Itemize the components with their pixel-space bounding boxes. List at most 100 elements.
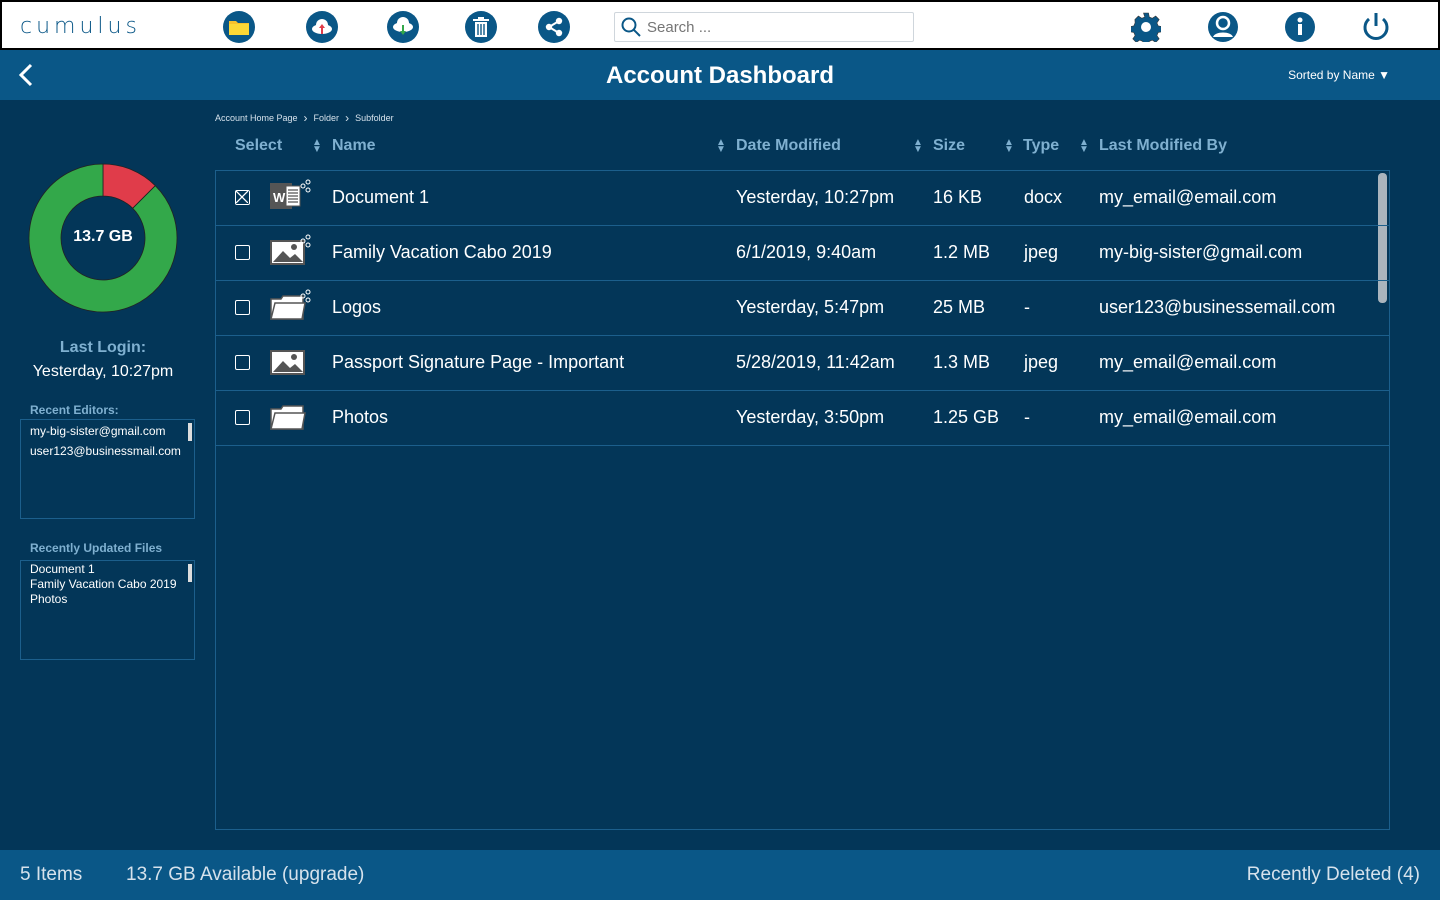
file-date-modified: 6/1/2019, 9:40am [736, 242, 877, 262]
file-size: 1.2 MB [933, 242, 991, 262]
chevron-right-icon: › [345, 111, 350, 125]
file-last-modified-by: user123@businessemail.com [1099, 297, 1336, 317]
list-item[interactable]: Family Vacation Cabo 2019 [30, 577, 185, 592]
svg-text:W: W [273, 190, 286, 205]
top-toolbar: cumulus [0, 0, 1440, 50]
sort-dropdown[interactable]: Sorted by Name ▼ [1288, 68, 1390, 82]
recent-editors-label: Recent Editors: [30, 403, 119, 417]
table-row[interactable]: Passport Signature Page - Important 5/28… [216, 336, 1389, 391]
row-checkbox[interactable] [235, 410, 250, 425]
table-row[interactable]: Photos Yesterday, 3:50pm 1.25 GB - my_em… [216, 391, 1389, 446]
file-name[interactable]: Photos [332, 407, 388, 428]
status-bar: 5 Items 13.7 GB Available (upgrade) Rece… [0, 850, 1440, 900]
word-doc-icon: W [270, 179, 311, 209]
logo: cumulus [20, 14, 141, 39]
file-date-modified: Yesterday, 3:50pm [736, 407, 885, 427]
cloud-download-icon [393, 17, 413, 35]
file-last-modified-by: my_email@email.com [1099, 187, 1277, 207]
search-input[interactable] [647, 18, 897, 36]
row-checkbox[interactable] [235, 190, 250, 205]
info-icon [1285, 12, 1315, 42]
table-row[interactable]: Family Vacation Cabo 2019 6/1/2019, 9:40… [216, 226, 1389, 281]
power-icon [1363, 13, 1389, 40]
scrollbar[interactable] [188, 423, 192, 441]
last-login-value: Yesterday, 10:27pm [32, 363, 174, 380]
info-button[interactable] [1284, 11, 1316, 43]
file-type: docx [1024, 187, 1063, 207]
list-item[interactable]: Document 1 [30, 562, 185, 577]
settings-button[interactable] [1130, 11, 1162, 43]
storage-available-link[interactable]: 13.7 GB Available (upgrade) [126, 864, 364, 886]
upload-button[interactable] [306, 11, 338, 43]
delete-button[interactable] [465, 11, 497, 43]
folder-icon [270, 289, 311, 320]
share-button[interactable] [538, 11, 570, 43]
recent-editors-list: my-big-sister@gmail.com user123@business… [20, 419, 195, 519]
file-size: 16 KB [933, 187, 983, 207]
sort-icon[interactable]: ▲ ▼ [913, 138, 923, 155]
column-size[interactable]: Size [933, 137, 965, 155]
file-type: jpeg [1024, 242, 1059, 262]
file-last-modified-by: my_email@email.com [1099, 407, 1277, 427]
file-name[interactable]: Logos [332, 297, 381, 318]
sort-icon[interactable]: ▲ ▼ [1004, 138, 1014, 155]
recently-deleted-link[interactable]: Recently Deleted (4) [1247, 864, 1420, 886]
row-checkbox[interactable] [235, 300, 250, 315]
file-type: jpeg [1024, 352, 1059, 372]
file-date-modified: 5/28/2019, 11:42am [736, 352, 895, 372]
list-item[interactable]: user123@businessmail.com [30, 441, 185, 461]
account-button[interactable] [1207, 11, 1239, 43]
last-login-label: Last Login: [59, 339, 147, 356]
file-name[interactable]: Family Vacation Cabo 2019 [332, 242, 552, 263]
title-bar: Account Dashboard Sorted by Name ▼ [0, 50, 1440, 100]
breadcrumb-item[interactable]: Folder [314, 113, 340, 123]
list-item[interactable]: my-big-sister@gmail.com [30, 421, 185, 441]
breadcrumb: Account Home Page › Folder › Subfolder [215, 111, 394, 125]
folder-icon [270, 405, 306, 430]
trash-icon [473, 17, 489, 37]
recent-files-label: Recently Updated Files [30, 541, 163, 555]
file-size: 25 MB [933, 297, 986, 317]
column-last-modified-by[interactable]: Last Modified By [1099, 137, 1227, 155]
column-select: Select [235, 137, 283, 154]
row-checkbox[interactable] [235, 245, 250, 260]
file-type: - [1024, 297, 1030, 317]
storage-label: 13.7 GB [73, 228, 133, 245]
row-checkbox[interactable] [235, 355, 250, 370]
sort-icon[interactable]: ▲ ▼ [312, 138, 322, 155]
table-row[interactable]: Logos Yesterday, 5:47pm 25 MB - user123@… [216, 281, 1389, 336]
logout-button[interactable] [1360, 11, 1392, 43]
scrollbar[interactable] [188, 564, 192, 582]
item-count: 5 Items [20, 864, 83, 885]
search-box[interactable] [614, 12, 914, 42]
image-icon [270, 350, 305, 375]
table-row[interactable]: W Document 1 Yesterday, 10:27pm 16 KB do… [216, 171, 1389, 226]
cloud-upload-icon [312, 19, 332, 34]
gear-icon [1131, 12, 1161, 42]
column-type[interactable]: Type [1023, 137, 1059, 155]
file-last-modified-by: my-big-sister@gmail.com [1099, 242, 1303, 262]
search-icon [621, 17, 641, 37]
image-icon [270, 234, 311, 265]
file-name[interactable]: Document 1 [332, 187, 429, 208]
share-icon [545, 17, 563, 37]
folder-button[interactable] [223, 11, 255, 43]
user-icon [1208, 12, 1238, 42]
file-table: W Document 1 Yesterday, 10:27pm 16 KB do… [215, 170, 1390, 830]
breadcrumb-item[interactable]: Account Home Page [215, 113, 298, 123]
list-item[interactable]: Photos [30, 592, 185, 607]
column-name[interactable]: Name [332, 137, 376, 155]
download-button[interactable] [387, 11, 419, 43]
column-date-modified[interactable]: Date Modified [736, 137, 841, 155]
chevron-right-icon: › [303, 111, 308, 125]
recent-files-list: Document 1 Family Vacation Cabo 2019 Pho… [20, 560, 195, 660]
sort-icon[interactable]: ▲ ▼ [1079, 138, 1089, 155]
page-title: Account Dashboard [605, 62, 835, 89]
file-name[interactable]: Passport Signature Page - Important [332, 352, 624, 373]
folder-icon [229, 21, 249, 35]
file-last-modified-by: my_email@email.com [1099, 352, 1277, 372]
sort-icon[interactable]: ▲ ▼ [716, 138, 726, 155]
file-size: 1.25 GB [933, 407, 1000, 427]
breadcrumb-item: Subfolder [355, 113, 394, 123]
file-date-modified: Yesterday, 10:27pm [736, 187, 895, 207]
